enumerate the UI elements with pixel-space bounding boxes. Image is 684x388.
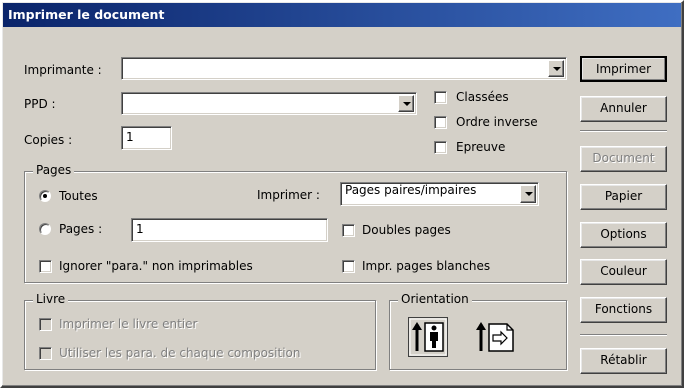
printer-select[interactable] <box>121 57 567 80</box>
options-button[interactable]: Options <box>580 222 667 248</box>
use-para-checkbox[interactable] <box>39 347 52 360</box>
print-mode-select[interactable]: Pages paires/impaires <box>340 182 539 206</box>
portrait-orientation-icon[interactable] <box>408 317 448 357</box>
book-legend: Livre <box>33 292 69 306</box>
copies-value: 1 <box>126 130 134 144</box>
document-button[interactable]: Document <box>580 146 667 172</box>
proof-label: Epreuve <box>456 140 506 154</box>
use-para-label: Utiliser les para. de chaque composition <box>59 346 301 360</box>
paper-button-label: Papier <box>604 189 643 203</box>
pages-range-label: Pages : <box>59 222 103 236</box>
chevron-down-icon[interactable] <box>548 60 564 77</box>
collate-label: Classées <box>456 90 509 104</box>
print-book-label: Imprimer le livre entier <box>59 317 198 331</box>
ignore-nonprinting-checkbox[interactable] <box>39 260 52 273</box>
pages-legend: Pages <box>33 163 75 177</box>
functions-button-label: Fonctions <box>594 302 653 316</box>
ppd-select[interactable] <box>121 92 417 115</box>
button-separator <box>580 130 667 132</box>
print-blank-pages-label: Impr. pages blanches <box>362 259 491 273</box>
orientation-legend: Orientation <box>398 292 472 306</box>
print-book-checkbox[interactable] <box>39 318 52 331</box>
document-button-label: Document <box>592 151 655 165</box>
paper-button[interactable]: Papier <box>580 184 667 210</box>
landscape-orientation-icon[interactable] <box>474 317 518 357</box>
functions-button[interactable]: Fonctions <box>580 297 667 323</box>
pages-range-radio[interactable] <box>39 223 51 235</box>
ppd-select-value <box>122 90 126 107</box>
spreads-checkbox[interactable] <box>342 224 355 237</box>
printer-label: Imprimante : <box>24 63 102 77</box>
options-button-label: Options <box>600 227 647 241</box>
cancel-button[interactable]: Annuler <box>580 96 667 122</box>
copies-input[interactable]: 1 <box>121 126 172 150</box>
print-mode-value: Pages paires/impaires <box>345 183 477 197</box>
chevron-down-icon[interactable] <box>398 95 414 112</box>
reset-button[interactable]: Rétablir <box>580 348 667 374</box>
reverse-order-label: Ordre inverse <box>456 115 538 129</box>
cancel-button-label: Annuler <box>600 101 647 115</box>
print-blank-pages-checkbox[interactable] <box>342 260 355 273</box>
pages-all-label: Toutes <box>59 189 98 203</box>
reset-button-label: Rétablir <box>600 353 647 367</box>
title-bar: Imprimer le document <box>3 3 681 27</box>
printer-select-value <box>122 55 126 72</box>
print-mode-label: Imprimer : <box>257 188 320 202</box>
window-title: Imprimer le document <box>8 7 165 22</box>
collate-checkbox[interactable] <box>434 91 447 104</box>
ppd-label: PPD : <box>24 97 56 111</box>
pages-range-value: 1 <box>136 222 144 236</box>
print-button-label: Imprimer <box>595 62 652 76</box>
pages-range-input[interactable]: 1 <box>131 218 328 242</box>
reverse-order-checkbox[interactable] <box>434 116 447 129</box>
proof-checkbox[interactable] <box>434 141 447 154</box>
chevron-down-icon[interactable] <box>520 185 536 203</box>
color-button-label: Couleur <box>600 264 647 278</box>
button-separator <box>580 334 667 336</box>
copies-label: Copies : <box>24 133 73 147</box>
color-button[interactable]: Couleur <box>580 259 667 285</box>
ignore-nonprinting-label: Ignorer "para." non imprimables <box>59 259 253 273</box>
print-button[interactable]: Imprimer <box>580 56 667 82</box>
pages-all-radio[interactable] <box>39 190 51 202</box>
spreads-label: Doubles pages <box>362 223 451 237</box>
